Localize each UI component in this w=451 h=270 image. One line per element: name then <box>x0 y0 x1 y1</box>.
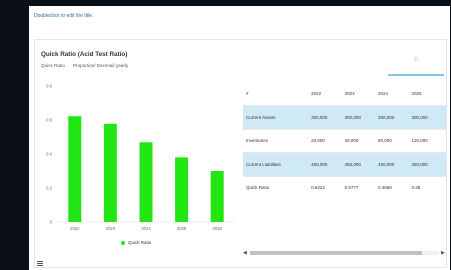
table-cell: 450,000 <box>344 152 379 177</box>
x-tick-label: 2022 <box>70 226 80 231</box>
chart-legend[interactable]: Quick Ratio <box>121 240 151 245</box>
table-cell: 0.38 <box>411 176 446 195</box>
table-cell: 0.4688 <box>378 176 412 195</box>
widget-title: Quick Ratio (Acid Test Ratio) <box>41 51 128 58</box>
table-cell: 0.5777 <box>344 176 379 195</box>
table-cell: 0.6222 <box>311 176 345 195</box>
bar-2023[interactable] <box>103 123 117 222</box>
y-tick-label: 0.4 <box>46 152 52 157</box>
table-cell: 450,000 <box>411 152 446 177</box>
legend-label: Quick Ratio <box>128 240 152 245</box>
table-row: Current Assets 300,000 300,000 300,000 3… <box>243 105 446 130</box>
bar-2025[interactable] <box>175 157 189 222</box>
row-label: Current Assets <box>243 105 312 130</box>
table-row: Inventories 20,000 40,000 80,000 120,000 <box>243 129 446 153</box>
y-tick-label: 0.2 <box>46 186 52 191</box>
header-cell: 2024 <box>378 82 412 106</box>
scrollbar-thumb[interactable] <box>250 251 422 255</box>
legend-swatch <box>121 240 125 245</box>
table-cell: 300,000 <box>311 105 345 130</box>
header-cell: 2025 <box>411 82 446 106</box>
row-label: Current Liabilities <box>243 152 312 177</box>
edit-title-hint[interactable]: Doubleclick to edit the title. <box>34 13 93 19</box>
dashboard-card: Doubleclick to edit the title. Quick Rat… <box>29 6 450 270</box>
x-tick-label: 2023 <box>106 226 116 231</box>
table-cell: 120,000 <box>411 129 446 153</box>
y-tick-label: 0.6 <box>46 118 52 123</box>
table-cell: 20,000 <box>311 129 345 153</box>
header-cell: 2022 <box>311 82 345 106</box>
y-tick-label: 0.8 <box>46 84 52 89</box>
bar-2024[interactable] <box>139 142 153 222</box>
table-cell: 300,000 <box>378 105 412 130</box>
x-tick-label: 2024 <box>141 226 151 231</box>
row-label: Quick Ratio <box>243 176 312 195</box>
x-tick-label: 2026 <box>213 226 223 231</box>
x-tick-label: 2025 <box>177 226 187 231</box>
bar-2022[interactable] <box>68 116 82 222</box>
subtitle-metric: Quick Ratio <box>41 63 65 68</box>
table-cell: 80,000 <box>378 129 412 153</box>
header-cell: 2023 <box>344 82 379 106</box>
table-row: Current Liabilities 450,000 450,000 450,… <box>243 152 446 177</box>
row-label: Inventories <box>243 129 312 153</box>
quick-ratio-widget: Quick Ratio (Acid Test Ratio) Quick Rati… <box>34 39 447 268</box>
quick-ratio-bar-chart: 0 0.2 0.4 0.6 0.8 2022 2023 2024 2025 2026 <box>46 84 235 231</box>
table-cell: 450,000 <box>311 152 345 177</box>
scroll-right-icon[interactable]: ▶ <box>441 250 445 256</box>
subtitle-unit: Proportion/ Decimal/ yearly <box>73 63 129 68</box>
bar-2026[interactable] <box>210 171 224 222</box>
app-background: Doubleclick to edit the title. Quick Rat… <box>0 0 451 270</box>
table-row: Quick Ratio 0.6222 0.5777 0.4688 0.38 <box>243 176 446 195</box>
header-cell: # <box>243 82 312 106</box>
table-cell: 450,000 <box>378 152 412 177</box>
scroll-left-icon[interactable]: ◀ <box>243 250 247 256</box>
table-cell: 300,000 <box>411 105 446 130</box>
data-table-container: # 2022 2023 2024 2025 Current Assets 300… <box>243 82 446 195</box>
y-tick-label: 0 <box>50 220 53 225</box>
view-toggle-button[interactable]: ||| <box>388 48 444 76</box>
table-header-row: # 2022 2023 2024 2025 <box>243 82 446 106</box>
data-table: # 2022 2023 2024 2025 Current Assets 300… <box>243 82 446 195</box>
table-cell: 40,000 <box>344 129 379 153</box>
table-horizontal-scrollbar[interactable]: ◀ ▶ <box>243 249 446 257</box>
widget-subtitle: Quick Ratio Proportion/ Decimal/ yearly <box>41 63 128 68</box>
table-cell: 300,000 <box>344 105 379 130</box>
hamburger-menu-icon[interactable] <box>37 261 43 266</box>
